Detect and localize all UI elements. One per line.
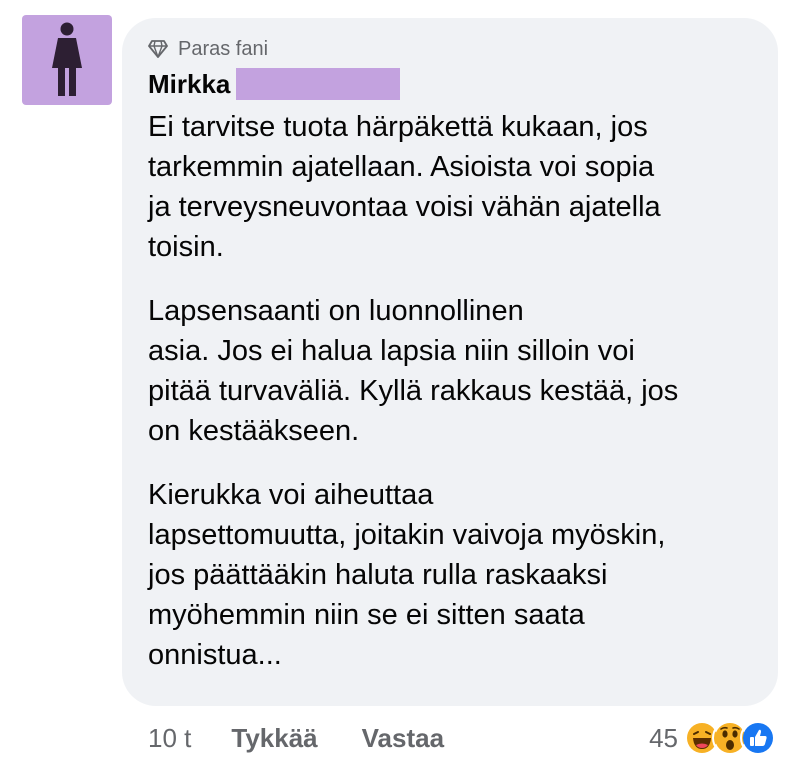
avatar[interactable] (22, 15, 112, 105)
comment-line: myöhemmin niin se ei sitten saata (148, 599, 585, 631)
top-fan-badge[interactable]: Paras fani (148, 36, 752, 62)
comment-bubble: Paras fani Mirkka Ei tarvitse tuota härp… (122, 18, 778, 706)
comment-paragraph-2: Lapsensaanti on luonnollinen asia. Jos e… (148, 291, 752, 451)
comment-line: toisin. (148, 231, 224, 263)
badge-label: Paras fani (178, 37, 269, 60)
comment-line: ja terveysneuvontaa voisi vähän ajatella (148, 191, 661, 223)
comment-actions: 10 t Tykkää Vastaa (148, 716, 444, 760)
comment-line: Lapsensaanti on luonnollinen (148, 295, 524, 327)
comment-line: Kierukka voi aiheuttaa (148, 479, 434, 511)
comment-paragraph-1: Ei tarvitse tuota härpäkettä kukaan, jos… (148, 107, 752, 267)
comment-line: pitää turvaväliä. Kyllä rakkaus kestää, … (148, 375, 679, 407)
like-button[interactable]: Tykkää (231, 723, 317, 754)
author-row: Mirkka (148, 65, 752, 103)
author-name[interactable]: Mirkka (148, 69, 230, 100)
redaction-box (236, 68, 401, 100)
comment-screenshot: Paras fani Mirkka Ei tarvitse tuota härp… (0, 0, 800, 770)
like-thumb-icon (740, 720, 776, 756)
comment-line: asia. Jos ei halua lapsia niin silloin v… (148, 335, 635, 367)
reply-button[interactable]: Vastaa (362, 723, 444, 754)
comment-line: onnistua... (148, 639, 282, 671)
comment-line: lapsettomuutta, joitakin vaivoja myöskin… (148, 519, 666, 551)
timestamp-link[interactable]: 10 t (148, 723, 191, 754)
comment-line: jos päättääkin haluta rulla raskaaksi (148, 559, 608, 591)
diamond-icon (148, 38, 170, 60)
comment-line: on kestääkseen. (148, 415, 360, 447)
reaction-count: 45 (649, 722, 678, 753)
reactions-summary[interactable]: 45 (649, 716, 776, 760)
reaction-icons (684, 720, 776, 756)
comment-text: Ei tarvitse tuota härpäkettä kukaan, jos… (148, 107, 752, 675)
comment-line: Ei tarvitse tuota härpäkettä kukaan, jos (148, 111, 648, 143)
female-figure-icon (52, 22, 82, 96)
comment-paragraph-3: Kierukka voi aiheuttaa lapsettomuutta, j… (148, 475, 752, 675)
comment-line: tarkemmin ajatellaan. Asioista voi sopia (148, 151, 655, 183)
